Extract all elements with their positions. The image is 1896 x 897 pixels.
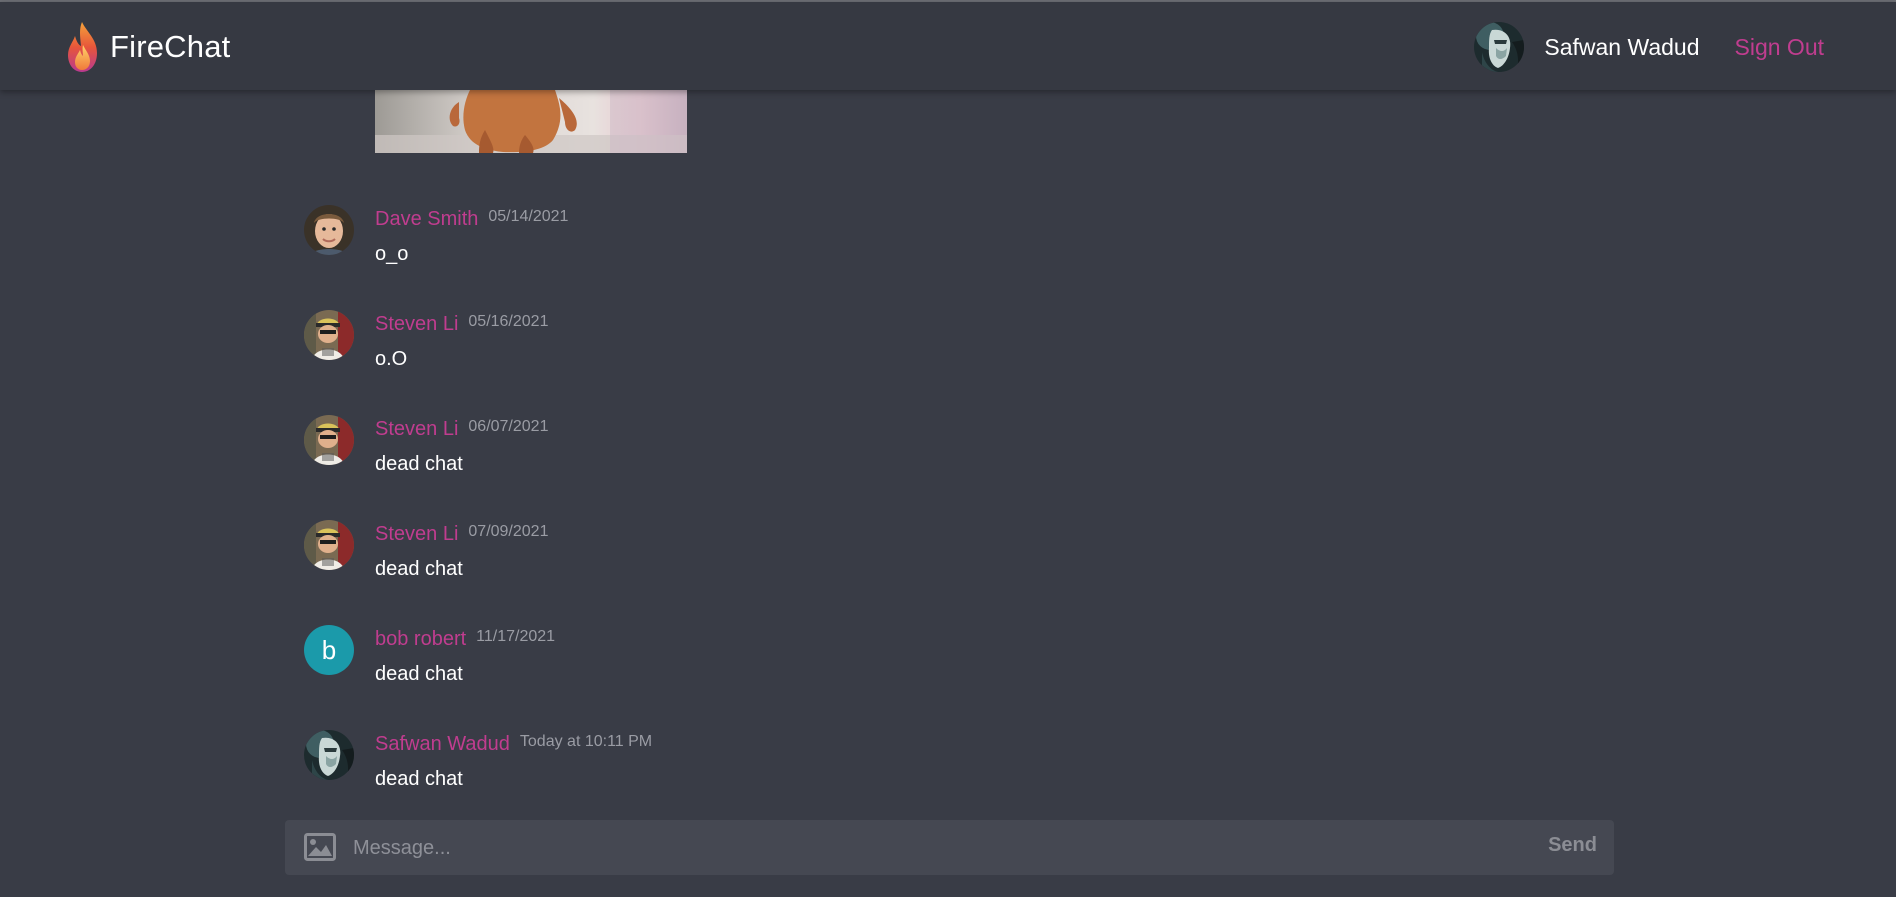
message-timestamp: 06/07/2021 [468, 418, 549, 435]
message-header: Dave Smith 05/14/2021 [375, 208, 568, 231]
message-avatar[interactable] [304, 415, 354, 465]
image-icon[interactable] [304, 833, 336, 861]
flame-logo-icon [68, 22, 97, 72]
top-navbar: FireChat Safwan Wadud Sign Out [0, 2, 1896, 90]
message-avatar[interactable] [304, 730, 354, 780]
message-author[interactable]: Dave Smith [375, 208, 478, 231]
message-author[interactable]: Steven Li [375, 523, 458, 546]
user-menu: Safwan Wadud Sign Out [1474, 22, 1824, 72]
shared-image-attachment[interactable] [375, 90, 687, 153]
message-item: Steven Li 06/07/2021 dead chat [304, 415, 1604, 477]
message-item: Safwan Wadud Today at 10:11 PM dead chat [304, 730, 1604, 792]
current-user-name: Safwan Wadud [1544, 33, 1700, 60]
message-header: Steven Li 05/16/2021 [375, 313, 548, 336]
send-button[interactable]: Send [1548, 834, 1597, 857]
message-timestamp: Today at 10:11 PM [519, 733, 653, 750]
message-avatar[interactable] [304, 310, 354, 360]
message-input[interactable] [351, 828, 1495, 868]
message-text: o_o [375, 243, 409, 265]
message-avatar[interactable] [304, 520, 354, 570]
message-timestamp: 05/16/2021 [468, 313, 549, 330]
message-author[interactable]: bob robert [375, 628, 466, 651]
message-text: dead chat [375, 558, 463, 580]
message-item: b bob robert 11/17/2021 dead chat [304, 625, 1604, 687]
message-author[interactable]: Steven Li [375, 418, 458, 441]
current-user-avatar[interactable] [1474, 22, 1525, 72]
message-avatar[interactable] [304, 205, 354, 255]
message-feed[interactable]: Dave Smith 05/14/2021 o_o Steven Li 05/16/20… [0, 90, 1896, 815]
message-avatar[interactable]: b [304, 625, 354, 675]
message-item: Steven Li 07/09/2021 dead chat [304, 520, 1604, 582]
message-author[interactable]: Safwan Wadud [375, 733, 510, 756]
message-header: Steven Li 07/09/2021 [375, 523, 548, 546]
message-item: Dave Smith 05/14/2021 o_o [304, 205, 1604, 267]
message-composer: Send [285, 820, 1614, 875]
message-timestamp: 11/17/2021 [476, 628, 556, 645]
message-text: o.O [375, 348, 408, 370]
message-header: Steven Li 06/07/2021 [375, 418, 548, 441]
message-timestamp: 05/14/2021 [488, 208, 569, 225]
message-header: Safwan Wadud Today at 10:11 PM [375, 733, 652, 756]
app-name: FireChat [110, 29, 231, 64]
brand[interactable]: FireChat [66, 20, 230, 74]
message-text: dead chat [375, 453, 463, 475]
message-timestamp: 07/09/2021 [468, 523, 549, 540]
message-header: bob robert 11/17/2021 [375, 628, 555, 651]
message-text: dead chat [375, 663, 463, 685]
sign-out-link[interactable]: Sign Out [1735, 34, 1825, 61]
message-text: dead chat [375, 768, 463, 790]
message-item: Steven Li 05/16/2021 o.O [304, 310, 1604, 372]
message-author[interactable]: Steven Li [375, 313, 458, 336]
